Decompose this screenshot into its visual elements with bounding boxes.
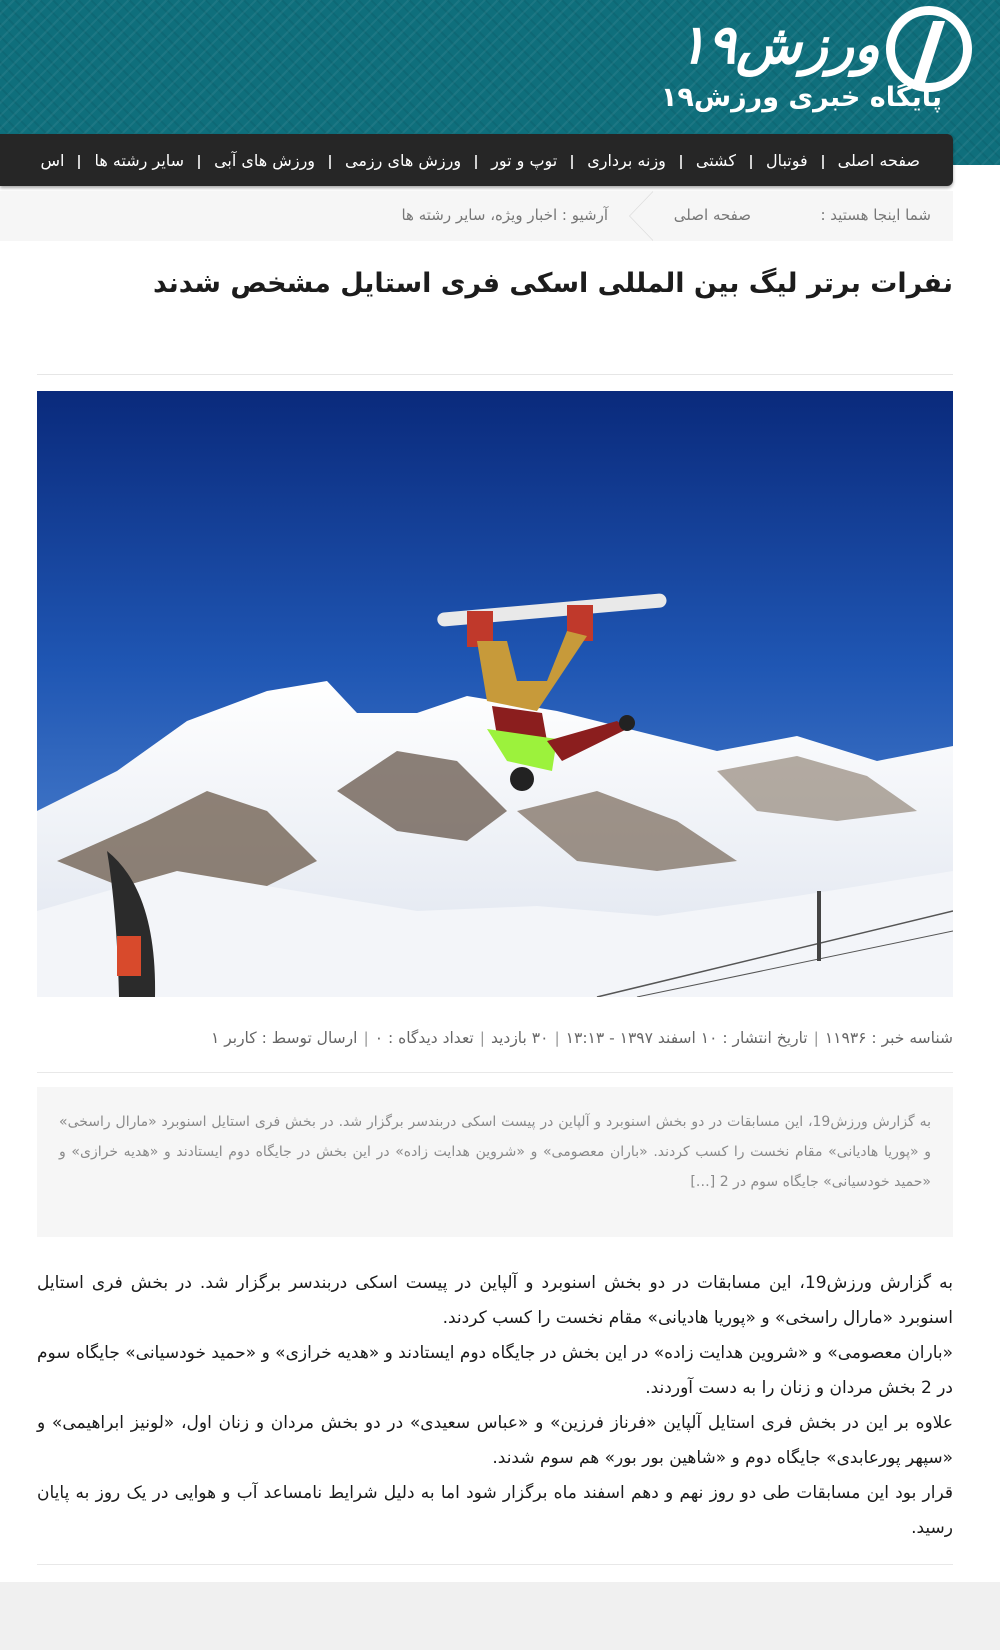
article-title: نفرات برتر لیگ بین المللی اسکی فری استای… [153, 268, 953, 299]
nav-item-home[interactable]: صفحه اصلی [823, 151, 935, 170]
breadcrumb: شما اینجا هستید : صفحه اصلی آرشیو : اخبا… [0, 191, 953, 241]
meta-divider: | [554, 1029, 560, 1047]
nav-item-wrestling[interactable]: کشتی [681, 151, 753, 170]
main-navbar: صفحه اصلی فوتبال کشتی وزنه برداری توپ و … [0, 134, 953, 186]
meta-divider: | [479, 1029, 485, 1047]
article-paragraph: به گزارش ورزش19، این مسابقات در دو بخش ا… [37, 1273, 953, 1328]
article-meta: شناسه خبر : ۱۱۹۳۶ | تاریخ انتشار : ۱۰ اسفن… [211, 1029, 953, 1047]
article-excerpt: به گزارش ورزش19، این مسابقات در دو بخش ا… [59, 1114, 931, 1190]
nav-item-ball-sports[interactable]: توپ و تور [476, 151, 574, 170]
divider [37, 1564, 953, 1565]
breadcrumb-current[interactable]: آرشیو : اخبار ویژه، سایر رشته ها [401, 206, 608, 224]
meta-views: ۳۰ بازدید [490, 1029, 549, 1047]
logo-wordmark: ورزش۱۹ [677, 12, 880, 76]
nav-item-truncated[interactable]: اس [25, 151, 81, 170]
nav-list: صفحه اصلی فوتبال کشتی وزنه برداری توپ و … [0, 134, 953, 186]
article-paragraph: قرار بود این مسابقات طی دو روز نهم و دهم… [37, 1483, 953, 1538]
article-paragraph: «باران معصومی» و «شروین هدایت زاده» در ا… [37, 1343, 953, 1398]
meta-author[interactable]: ارسال توسط : کاربر ۱ [211, 1029, 358, 1047]
nav-item-other-sports[interactable]: سایر رشته ها [79, 151, 200, 170]
breadcrumb-home-link[interactable]: صفحه اصلی [674, 206, 751, 224]
meta-news-id: شناسه خبر : ۱۱۹۳۶ [824, 1029, 953, 1047]
divider [37, 374, 953, 375]
article-photo [37, 391, 953, 997]
nav-item-martial-arts[interactable]: ورزش های رزمی [330, 151, 478, 170]
footer-area [0, 1582, 1000, 1650]
meta-divider: | [813, 1029, 819, 1047]
site-logo[interactable]: ورزش۱۹ پایگاه خبری ورزش۱۹ [592, 6, 972, 126]
divider [37, 1072, 953, 1073]
breadcrumb-label: شما اینجا هستید : [820, 206, 931, 224]
nav-item-football[interactable]: فوتبال [751, 151, 824, 170]
article-paragraph: علاوه بر این در بخش فری استایل آلپاین «ف… [37, 1413, 953, 1468]
article-body: به گزارش ورزش19، این مسابقات در دو بخش ا… [37, 1266, 953, 1546]
article-excerpt-box: به گزارش ورزش19، این مسابقات در دو بخش ا… [37, 1087, 953, 1237]
nav-item-water-sports[interactable]: ورزش های آبی [199, 151, 331, 170]
meta-comments[interactable]: تعداد دیدگاه : ۰ [375, 1029, 474, 1047]
logo-subtitle: پایگاه خبری ورزش۱۹ [660, 82, 942, 113]
nav-item-weightlifting[interactable]: وزنه برداری [572, 151, 682, 170]
meta-publish-date: تاریخ انتشار : ۱۰ اسفند ۱۳۹۷ - ۱۳:۱۳ [565, 1029, 808, 1047]
snowboarder-photo-icon [37, 391, 953, 997]
breadcrumb-separator-icon [629, 191, 653, 241]
meta-divider: | [363, 1029, 369, 1047]
logo-mark-icon [886, 6, 972, 92]
